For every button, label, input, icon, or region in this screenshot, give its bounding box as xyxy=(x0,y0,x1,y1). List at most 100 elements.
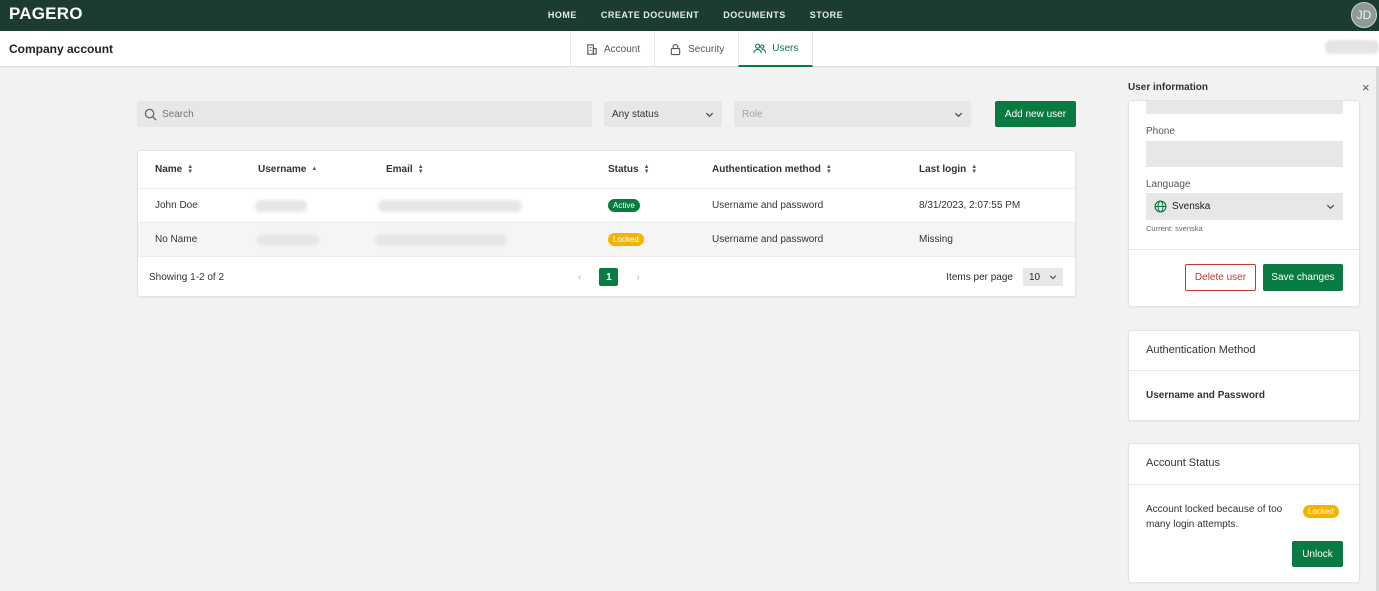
col-username[interactable]: Username ▲ xyxy=(258,151,317,188)
user-info-card: Phone Language Svenska Current: svenska … xyxy=(1128,100,1360,307)
page-button-1[interactable]: 1 xyxy=(599,268,619,286)
status-filter[interactable]: Any status xyxy=(604,101,722,127)
language-select[interactable]: Svenska xyxy=(1146,193,1343,220)
add-new-user-button[interactable]: Add new user xyxy=(995,101,1076,127)
col-email-label: Email xyxy=(386,164,413,175)
col-name-label: Name xyxy=(155,164,183,175)
users-table: Name ▲ ▼ Username ▲ Email ▲ ▼ Status ▲ ▼ Authen… xyxy=(137,150,1076,297)
nav-documents[interactable]: DOCUMENTS xyxy=(723,0,786,31)
search-input[interactable] xyxy=(162,108,562,120)
col-auth-method[interactable]: Authentication method ▲ ▼ xyxy=(712,151,832,188)
table-header: Name ▲ ▼ Username ▲ Email ▲ ▼ Status ▲ ▼ Authen… xyxy=(138,151,1075,189)
col-email[interactable]: Email ▲ ▼ xyxy=(386,151,424,188)
phone-input[interactable] xyxy=(1146,141,1343,167)
col-status[interactable]: Status ▲ ▼ xyxy=(608,151,650,188)
items-per-page-label: Items per page xyxy=(946,271,1013,283)
tab-security-label: Security xyxy=(688,43,725,55)
users-icon xyxy=(753,43,767,53)
chevron-down-icon xyxy=(1049,275,1057,280)
status-message-line1: Account locked because of too xyxy=(1146,504,1283,515)
status-badge: Locked xyxy=(608,233,644,246)
save-changes-button[interactable]: Save changes xyxy=(1263,264,1343,291)
sort-icon: ▲ ▼ xyxy=(643,163,650,175)
search-box[interactable] xyxy=(137,101,592,127)
globe-icon xyxy=(1154,200,1167,213)
sort-icon: ▲ ▼ xyxy=(971,163,978,175)
top-bar: PAGERO HOME CREATE DOCUMENT DOCUMENTS ST… xyxy=(0,0,1379,31)
pagination: ‹ 1 › xyxy=(578,268,640,286)
items-per-page-value: 10 xyxy=(1029,271,1041,283)
language-value: Svenska xyxy=(1172,201,1211,212)
chevron-down-icon xyxy=(954,112,963,117)
col-username-label: Username xyxy=(258,164,307,175)
redacted-username xyxy=(255,199,307,212)
col-last-login[interactable]: Last login ▲ ▼ xyxy=(919,151,977,188)
sort-asc-icon: ▲ xyxy=(311,166,318,172)
avatar[interactable]: JD xyxy=(1351,2,1377,28)
col-last-login-label: Last login xyxy=(919,164,967,175)
table-footer: Showing 1-2 of 2 ‹ 1 › Items per page 10 xyxy=(138,257,1075,297)
tab-security[interactable]: Security xyxy=(654,31,738,67)
redacted-email xyxy=(378,199,522,212)
chevron-down-icon xyxy=(1326,204,1335,210)
auth-method: Username and password xyxy=(712,200,824,211)
role-filter[interactable]: Role xyxy=(734,101,971,127)
showing-count: Showing 1-2 of 2 xyxy=(149,271,225,283)
sort-icon: ▲ ▼ xyxy=(417,163,424,175)
table-row[interactable]: No Name Locked Username and password Mis… xyxy=(138,223,1075,257)
col-status-label: Status xyxy=(608,164,639,175)
redacted-user-name xyxy=(1325,40,1379,54)
panel-title: User information xyxy=(1128,82,1209,93)
items-per-page-select[interactable]: 10 xyxy=(1023,268,1063,286)
account-tabs: Account Security Users xyxy=(570,31,814,67)
auth-method-title: Authentication Method xyxy=(1146,344,1256,356)
sort-icon: ▲ ▼ xyxy=(825,163,832,175)
user-name: John Doe xyxy=(155,200,198,211)
language-label: Language xyxy=(1146,179,1191,190)
tab-account-label: Account xyxy=(604,43,641,55)
search-icon xyxy=(144,108,157,121)
role-filter-placeholder: Role xyxy=(742,108,763,120)
status-message-line2: many login attempts. xyxy=(1146,519,1239,530)
building-icon xyxy=(587,43,597,55)
tab-account[interactable]: Account xyxy=(570,31,654,67)
close-icon[interactable]: × xyxy=(1362,80,1370,95)
chevron-down-icon xyxy=(705,112,714,117)
nav-create-document[interactable]: CREATE DOCUMENT xyxy=(601,0,699,31)
account-status-card: Account Status Account locked because of… xyxy=(1128,443,1360,583)
table-row[interactable]: John Doe Active Username and password 8/… xyxy=(138,189,1075,223)
sort-icon: ▲ ▼ xyxy=(187,163,194,175)
locked-badge: Locked xyxy=(1303,505,1339,518)
tab-users[interactable]: Users xyxy=(738,31,814,67)
prev-page-icon[interactable]: ‹ xyxy=(578,272,581,283)
last-login: Missing xyxy=(919,234,953,245)
account-status-title: Account Status xyxy=(1146,457,1220,469)
current-language: Current: svenska xyxy=(1146,224,1203,233)
auth-method-value: Username and Password xyxy=(1146,390,1265,401)
nav-home[interactable]: HOME xyxy=(548,0,577,31)
divider xyxy=(1129,370,1359,371)
unlock-button[interactable]: Unlock xyxy=(1292,541,1343,567)
delete-user-button[interactable]: Delete user xyxy=(1185,264,1256,291)
nav-store[interactable]: STORE xyxy=(810,0,843,31)
col-name[interactable]: Name ▲ ▼ xyxy=(155,151,193,188)
col-auth-label: Authentication method xyxy=(712,164,821,175)
divider xyxy=(1129,484,1359,485)
items-per-page: Items per page 10 xyxy=(946,268,1063,286)
status-filter-value: Any status xyxy=(612,108,659,120)
page-title: Company account xyxy=(9,42,114,56)
last-login: 8/31/2023, 2:07:55 PM xyxy=(919,200,1021,211)
redacted-email xyxy=(375,233,507,246)
next-page-icon[interactable]: › xyxy=(636,272,639,283)
main-nav: HOME CREATE DOCUMENT DOCUMENTS STORE xyxy=(0,0,1379,31)
redacted-username xyxy=(257,233,319,246)
sub-header: Company account Account Security Users xyxy=(0,31,1379,67)
auth-method-card: Authentication Method Username and Passw… xyxy=(1128,330,1360,421)
status-badge: Active xyxy=(608,199,640,212)
lock-icon xyxy=(670,43,681,55)
previous-field[interactable] xyxy=(1146,101,1343,114)
tab-users-label: Users xyxy=(772,42,799,54)
divider xyxy=(1129,249,1359,250)
auth-method: Username and password xyxy=(712,234,824,245)
user-name: No Name xyxy=(155,234,198,245)
